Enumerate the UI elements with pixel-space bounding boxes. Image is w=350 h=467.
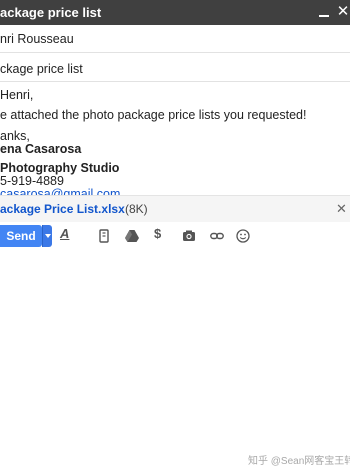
studio-name: Photography Studio xyxy=(0,161,120,175)
attachment-name[interactable]: ackage Price List.xlsx xyxy=(0,202,125,216)
close-icon[interactable]: ✕ xyxy=(336,4,350,19)
compose-toolbar: Send A $ 知乎 @Sean网客宝王转 xyxy=(0,222,350,467)
phone-number: 5-919-4889 xyxy=(0,174,64,188)
sender-name: ena Casarosa xyxy=(0,142,82,156)
greeting-text: Henri, xyxy=(0,88,34,102)
attach-file-icon[interactable] xyxy=(97,229,111,243)
attachment-chip[interactable]: ackage Price List.xlsx (8K) ✕ xyxy=(0,195,350,223)
divider xyxy=(0,52,350,53)
formatting-icon[interactable]: A xyxy=(60,226,69,242)
signoff-text: anks, xyxy=(0,129,30,143)
divider xyxy=(0,81,350,82)
recipient-field[interactable]: nri Rousseau xyxy=(0,32,350,46)
watermark-text: 知乎 @Sean网客宝王转 xyxy=(248,456,350,467)
insert-link-icon[interactable] xyxy=(210,229,224,243)
insert-photo-icon[interactable] xyxy=(182,229,196,243)
drive-icon[interactable] xyxy=(125,229,139,243)
dollar-icon[interactable]: $ xyxy=(154,226,161,242)
message-text: e attached the photo package price lists… xyxy=(0,108,307,122)
remove-attachment-icon[interactable]: ✕ xyxy=(336,201,347,217)
send-button[interactable]: Send xyxy=(0,225,42,247)
compose-window-title: ackage price list xyxy=(0,5,102,20)
minimize-icon[interactable] xyxy=(317,5,331,19)
attachment-size: (8K) xyxy=(125,202,148,216)
compose-title-bar: ackage price list ✕ xyxy=(0,0,350,25)
subject-field[interactable]: ckage price list xyxy=(0,62,350,76)
emoji-icon[interactable] xyxy=(236,229,250,243)
send-options-icon[interactable] xyxy=(42,225,52,247)
